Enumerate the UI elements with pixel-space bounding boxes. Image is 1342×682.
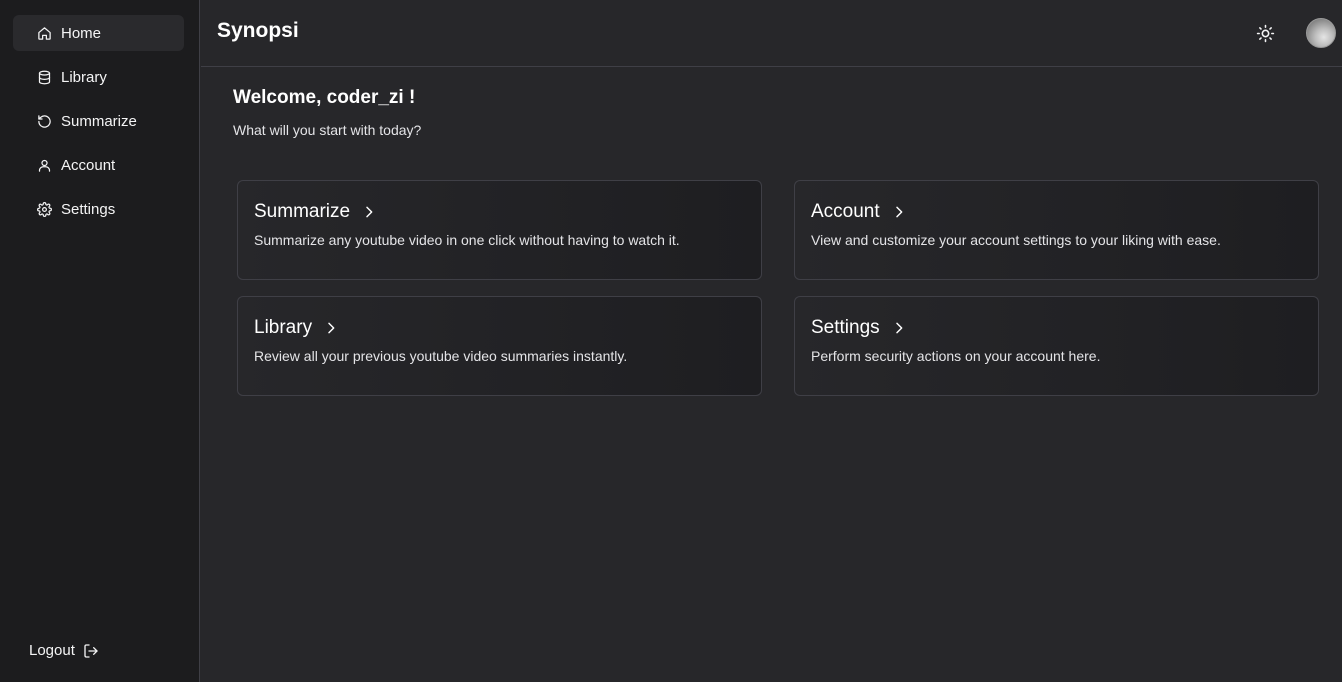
sidebar-item-summarize[interactable]: Summarize: [13, 103, 184, 139]
sidebar-item-label: Settings: [61, 200, 116, 218]
card-description: View and customize your account settings…: [811, 232, 1221, 248]
card-title-row: Account: [811, 201, 907, 223]
settings-card[interactable]: Settings Perform security actions on you…: [794, 296, 1319, 396]
sidebar-item-settings[interactable]: Settings: [13, 191, 184, 227]
sidebar-item-label: Library: [61, 68, 107, 86]
logout-icon: [83, 643, 99, 659]
logout-button[interactable]: Logout: [29, 642, 99, 659]
welcome-subtitle: What will you start with today?: [233, 122, 422, 138]
sidebar-item-library[interactable]: Library: [13, 59, 184, 95]
rotate-ccw-icon: [37, 114, 52, 129]
sidebar-item-home[interactable]: Home: [13, 15, 184, 51]
user-icon: [37, 158, 52, 173]
card-title: Library: [254, 317, 313, 338]
logout-label: Logout: [29, 642, 75, 659]
card-description: Summarize any youtube video in one click…: [254, 232, 680, 248]
card-title-row: Library: [254, 317, 339, 339]
card-title-row: Summarize: [254, 201, 377, 223]
welcome-heading: Welcome, coder_zi !: [233, 87, 416, 108]
card-description: Review all your previous youtube video s…: [254, 348, 628, 364]
chevron-right-icon: [361, 204, 377, 220]
account-card[interactable]: Account View and customize your account …: [794, 180, 1319, 280]
top-bar: Synopsi: [201, 0, 1342, 67]
brand-title: Synopsi: [217, 19, 299, 42]
sidebar-item-account[interactable]: Account: [13, 147, 184, 183]
home-icon: [37, 26, 52, 41]
avatar[interactable]: [1306, 18, 1336, 48]
sidebar-item-label: Account: [61, 156, 116, 174]
sidebar-item-label: Home: [61, 24, 102, 42]
card-title: Settings: [811, 317, 880, 338]
card-title-row: Settings: [811, 317, 907, 339]
library-card[interactable]: Library Review all your previous youtube…: [237, 296, 762, 396]
sidebar: Home Library Summarize Account Settings: [0, 0, 200, 682]
card-description: Perform security actions on your account…: [811, 348, 1101, 364]
summarize-card[interactable]: Summarize Summarize any youtube video in…: [237, 180, 762, 280]
gear-icon: [37, 201, 52, 217]
chevron-right-icon: [891, 204, 907, 220]
chevron-right-icon: [891, 320, 907, 336]
card-title: Summarize: [254, 201, 351, 222]
sidebar-nav: Home Library Summarize Account Settings: [13, 15, 184, 235]
theme-toggle-button[interactable]: [1254, 22, 1276, 44]
card-title: Account: [811, 201, 880, 222]
sun-icon: [1256, 24, 1275, 43]
database-icon: [37, 70, 52, 85]
sidebar-item-label: Summarize: [61, 112, 137, 130]
chevron-right-icon: [323, 320, 339, 336]
